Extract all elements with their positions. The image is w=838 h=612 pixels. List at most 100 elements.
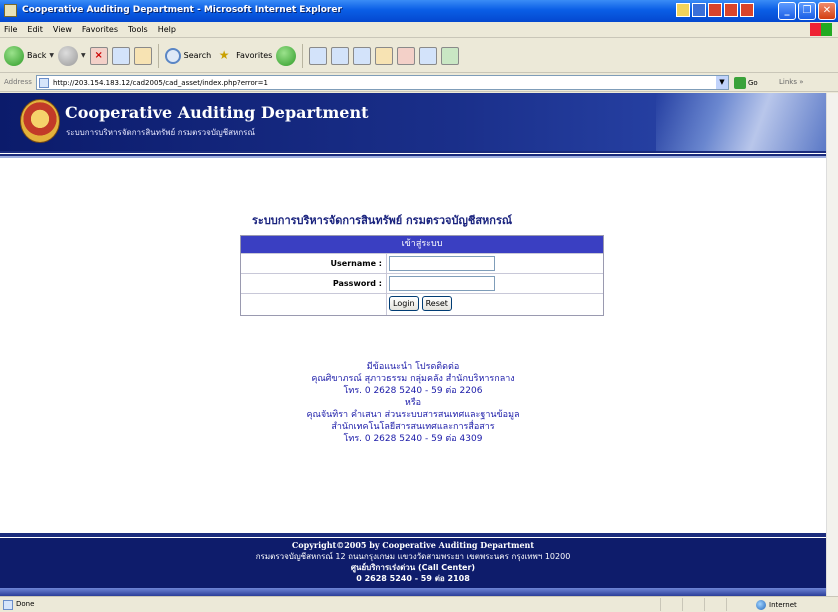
tray-icon[interactable] [740,3,754,17]
links-button[interactable]: Links » [779,78,804,86]
back-label: Back [27,51,47,60]
site-subtitle: ระบบการบริหารจัดการสินทรัพย์ กรมตรวจบัญช… [66,128,255,137]
back-arrow-icon [4,45,24,66]
menu-help[interactable]: Help [158,25,176,34]
close-button[interactable]: ✕ [818,2,836,20]
chevron-down-icon: ▼ [81,52,86,59]
search-label: Search [183,51,212,60]
search-button[interactable]: Search [164,47,212,64]
status-text: Done [16,600,35,608]
history-icon[interactable] [276,45,297,66]
go-arrow-icon [734,77,746,89]
tray-icon[interactable] [676,3,690,17]
contact-line: คุณศิขาภรณ์ สุภาวธรรม กลุ่มคลัง สำนักบริ… [311,374,515,384]
menu-tools[interactable]: Tools [128,25,148,34]
header-decoration [656,93,826,151]
address-bar: Address http://203.154.183.12/cad2005/ca… [0,74,838,92]
site-title: Cooperative Auditing Department [65,103,369,122]
contact-line: คุณจันทิรา คำเสนา ส่วนระบบสารสนเทศและฐาน… [306,410,520,420]
site-footer: Copyright©2005 by Cooperative Auditing D… [0,533,826,596]
username-label: Username : [241,254,387,273]
toolbar-separator [157,43,159,68]
browser-window: Cooperative Auditing Department - Micros… [0,0,838,612]
address-input[interactable]: http://203.154.183.12/cad2005/cad_asset/… [36,75,729,90]
maximize-button[interactable]: ❐ [798,2,816,20]
search-icon [164,47,181,64]
back-button[interactable]: Back ▼ [4,45,55,66]
footer-callcenter: ศูนย์บริการเร่งด่วน (Call Center) [350,563,476,572]
folder-icon[interactable] [375,46,394,65]
menu-edit[interactable]: Edit [27,25,43,34]
home-icon[interactable] [133,46,152,65]
refresh-icon[interactable] [111,46,130,65]
minimize-button[interactable]: _ [778,2,796,20]
page-icon [3,600,13,610]
login-form: เข้าสู่ระบบ Username : Password : Login R… [240,235,604,316]
buttons-row: Login Reset [241,293,603,315]
password-input[interactable] [389,276,495,291]
forward-arrow-icon [58,45,79,66]
password-row: Password : [241,273,603,293]
taskbar-icons [676,3,754,17]
go-label: Go [748,79,758,87]
site-header: Cooperative Auditing Department ระบบการบ… [0,93,826,151]
star-icon: ★ [218,47,230,62]
contact-line: มีข้อแนะนำ โปรดติดต่อ [366,362,460,372]
window-title: Cooperative Auditing Department - Micros… [22,5,342,15]
go-button[interactable]: Go [734,77,758,89]
tray-icon[interactable] [692,3,706,17]
page-icon [39,78,49,88]
research-icon[interactable] [419,46,438,65]
ie-app-icon [4,4,17,17]
login-button[interactable]: Login [389,296,419,311]
reset-button[interactable]: Reset [421,296,452,311]
menu-bar: File Edit View Favorites Tools Help [0,22,838,38]
mail-icon[interactable] [309,46,328,65]
links-label: Links [779,78,797,86]
windows-logo-icon [810,23,832,36]
department-emblem-logo [20,99,60,143]
contact-line: หรือ [404,398,422,408]
page-content: Cooperative Auditing Department ระบบการบ… [0,93,826,596]
favorites-label: Favorites [236,51,273,60]
password-label: Password : [241,274,387,293]
address-label: Address [4,78,32,86]
status-panes [660,598,748,611]
footer-stripe [0,588,826,596]
contact-line: โทร. 0 2628 5240 - 59 ต่อ 2206 [343,386,483,396]
footer-copyright: Copyright©2005 by Cooperative Auditing D… [291,540,535,550]
login-heading: เข้าสู่ระบบ [241,236,603,253]
status-bar: Done Internet [0,596,838,612]
footer-phone: 0 2628 5240 - 59 ต่อ 2108 [356,574,470,583]
header-stripes [0,151,826,158]
chevron-down-icon: ▼ [49,52,55,59]
toolbar-separator [302,43,304,68]
title-bar[interactable]: Cooperative Auditing Department - Micros… [0,0,838,22]
tray-icon[interactable] [708,3,722,17]
globe-icon [756,600,766,610]
edit-icon[interactable] [353,46,372,65]
print-icon[interactable] [331,46,350,65]
contact-line: โทร. 0 2628 5240 - 59 ต่อ 4309 [343,434,483,444]
messenger-icon[interactable] [397,46,416,65]
contact-info: มีข้อแนะนำ โปรดติดต่อ คุณศิขาภรณ์ สุภาวธ… [0,361,826,445]
tray-icon[interactable] [724,3,738,17]
zone-label: Internet [769,601,797,609]
username-row: Username : [241,253,603,273]
system-title: ระบบการบริหารจัดการสินทรัพย์ กรมตรวจบัญช… [252,214,513,227]
security-zone: Internet [756,600,797,610]
chevron-down-icon[interactable]: ▼ [716,76,728,89]
toolbar: Back ▼ ▼ × Search ★ Favorites [0,39,838,73]
menu-file[interactable]: File [4,25,17,34]
users-icon[interactable] [441,46,460,65]
stop-icon[interactable]: × [89,46,108,65]
menu-favorites[interactable]: Favorites [82,25,118,34]
forward-button[interactable]: ▼ [58,45,86,66]
footer-address: กรมตรวจบัญชีสหกรณ์ 12 ถนนกรุงเกษม แขวงวั… [255,552,571,561]
vertical-scrollbar[interactable] [826,93,838,596]
username-input[interactable] [389,256,495,271]
contact-line: สำนักเทคโนโลยีสารสนเทศและการสื่อสาร [331,422,495,432]
address-url: http://203.154.183.12/cad2005/cad_asset/… [53,79,268,87]
menu-view[interactable]: View [53,25,72,34]
favorites-button[interactable]: ★ Favorites [215,47,273,65]
